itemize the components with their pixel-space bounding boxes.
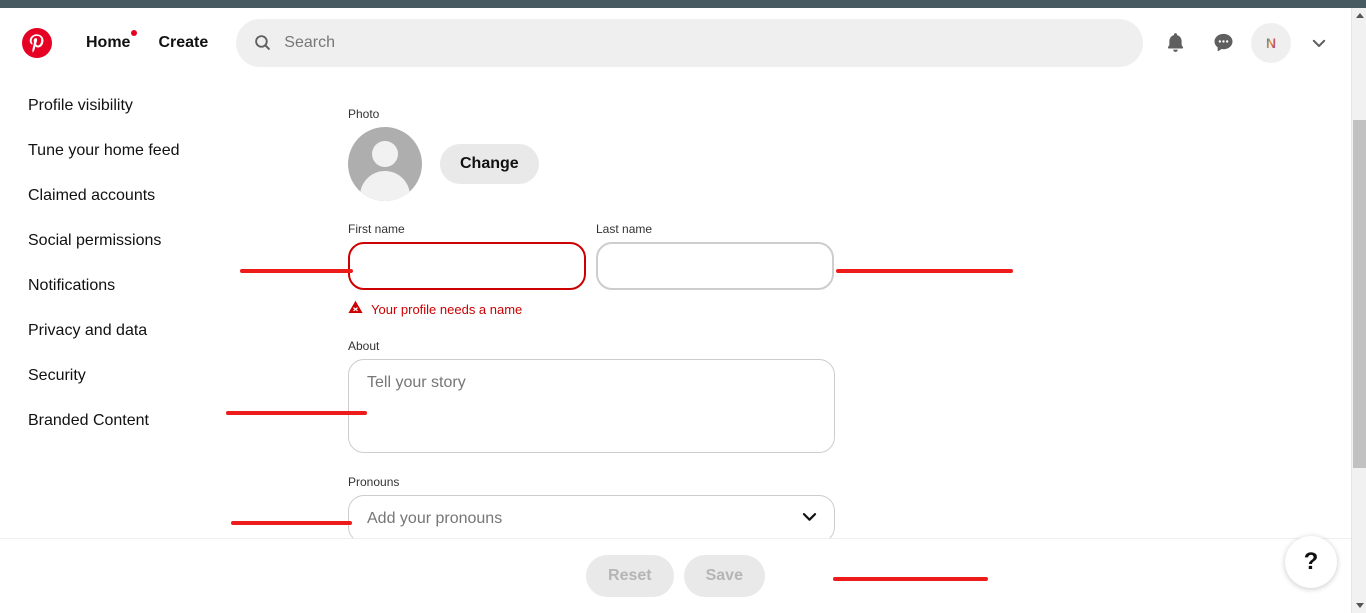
last-name-input[interactable] xyxy=(596,242,834,290)
nav-create-label: Create xyxy=(158,33,209,51)
scroll-down-arrow-icon[interactable] xyxy=(1352,598,1366,613)
notifications-icon[interactable] xyxy=(1153,21,1197,65)
help-button[interactable]: ? xyxy=(1285,536,1337,588)
scroll-up-arrow-icon[interactable] xyxy=(1352,8,1366,23)
save-button[interactable]: Save xyxy=(683,555,765,597)
sidebar-item-profile-visibility[interactable]: Profile visibility xyxy=(0,83,228,128)
first-name-field: First name xyxy=(348,222,586,290)
sidebar-item-privacy-and-data[interactable]: Privacy and data xyxy=(0,308,228,353)
search-bar[interactable] xyxy=(236,18,1143,67)
nav-home-label: Home xyxy=(86,33,131,51)
sidebar-item-claimed-accounts[interactable]: Claimed accounts xyxy=(0,173,228,218)
edit-profile-form: Photo Change First name Last name Your p… xyxy=(228,77,1351,538)
page-scrollbar[interactable] xyxy=(1351,8,1366,613)
sidebar-item-label: Branded Content xyxy=(28,412,149,429)
settings-sidebar: Profile visibility Tune your home feed C… xyxy=(0,77,228,538)
search-icon xyxy=(254,34,271,51)
last-name-field: Last name xyxy=(596,222,834,290)
sidebar-item-label: Social permissions xyxy=(28,232,162,249)
site-header: Home Create Search N xyxy=(0,8,1351,77)
sidebar-item-label: Security xyxy=(28,367,86,384)
sidebar-item-label: Notifications xyxy=(28,277,116,294)
reset-button[interactable]: Reset xyxy=(586,555,674,597)
form-action-bar: Reset Save xyxy=(0,538,1351,613)
avatar-initial: N xyxy=(1265,34,1277,51)
sidebar-item-label: Claimed accounts xyxy=(28,187,156,204)
sidebar-item-label: Privacy and data xyxy=(28,322,148,339)
name-fields: First name Last name xyxy=(348,222,834,290)
photo-field: Photo Change xyxy=(348,107,539,201)
browser-chrome-bar xyxy=(0,0,1366,8)
scrollbar-thumb[interactable] xyxy=(1353,120,1366,468)
sidebar-item-label: Tune your home feed xyxy=(28,142,180,159)
messages-icon[interactable] xyxy=(1201,21,1245,65)
person-placeholder-icon xyxy=(348,127,422,201)
avatar[interactable]: N xyxy=(1251,22,1291,63)
about-textarea[interactable] xyxy=(348,359,835,453)
about-label: About xyxy=(348,339,380,353)
about-field: About xyxy=(348,339,835,458)
last-name-label: Last name xyxy=(596,222,653,236)
chevron-down-icon[interactable] xyxy=(1297,21,1341,65)
first-name-error: Your profile needs a name xyxy=(348,300,522,319)
nav-home-notification-dot xyxy=(131,29,138,36)
pinterest-settings-page: Home Create Search N Profile visibility … xyxy=(0,0,1366,613)
sidebar-item-tune-your-home-feed[interactable]: Tune your home feed xyxy=(0,128,228,173)
sidebar-item-notifications[interactable]: Notifications xyxy=(0,263,228,308)
sidebar-item-label: Profile visibility xyxy=(28,97,133,114)
pinterest-logo-icon[interactable] xyxy=(22,27,52,58)
error-message-text: Your profile needs a name xyxy=(371,301,523,317)
sidebar-item-branded-content[interactable]: Branded Content xyxy=(0,398,228,443)
nav-create[interactable]: Create xyxy=(144,26,222,60)
search-input[interactable] xyxy=(284,18,1125,67)
sidebar-item-security[interactable]: Security xyxy=(0,353,228,398)
pronouns-label: Pronouns xyxy=(348,475,400,489)
pronouns-placeholder-text: Add your pronouns xyxy=(367,510,503,527)
sidebar-item-social-permissions[interactable]: Social permissions xyxy=(0,218,228,263)
pronouns-select[interactable]: Add your pronouns xyxy=(348,495,835,538)
pronouns-field: Pronouns Add your pronouns xyxy=(348,475,835,538)
first-name-input[interactable] xyxy=(348,242,586,290)
first-name-label: First name xyxy=(348,222,405,236)
change-photo-button[interactable]: Change xyxy=(440,144,539,184)
header-actions: N xyxy=(1153,21,1341,65)
warning-triangle-icon xyxy=(348,300,363,319)
nav-home[interactable]: Home xyxy=(72,26,144,60)
photo-label: Photo xyxy=(348,107,380,121)
